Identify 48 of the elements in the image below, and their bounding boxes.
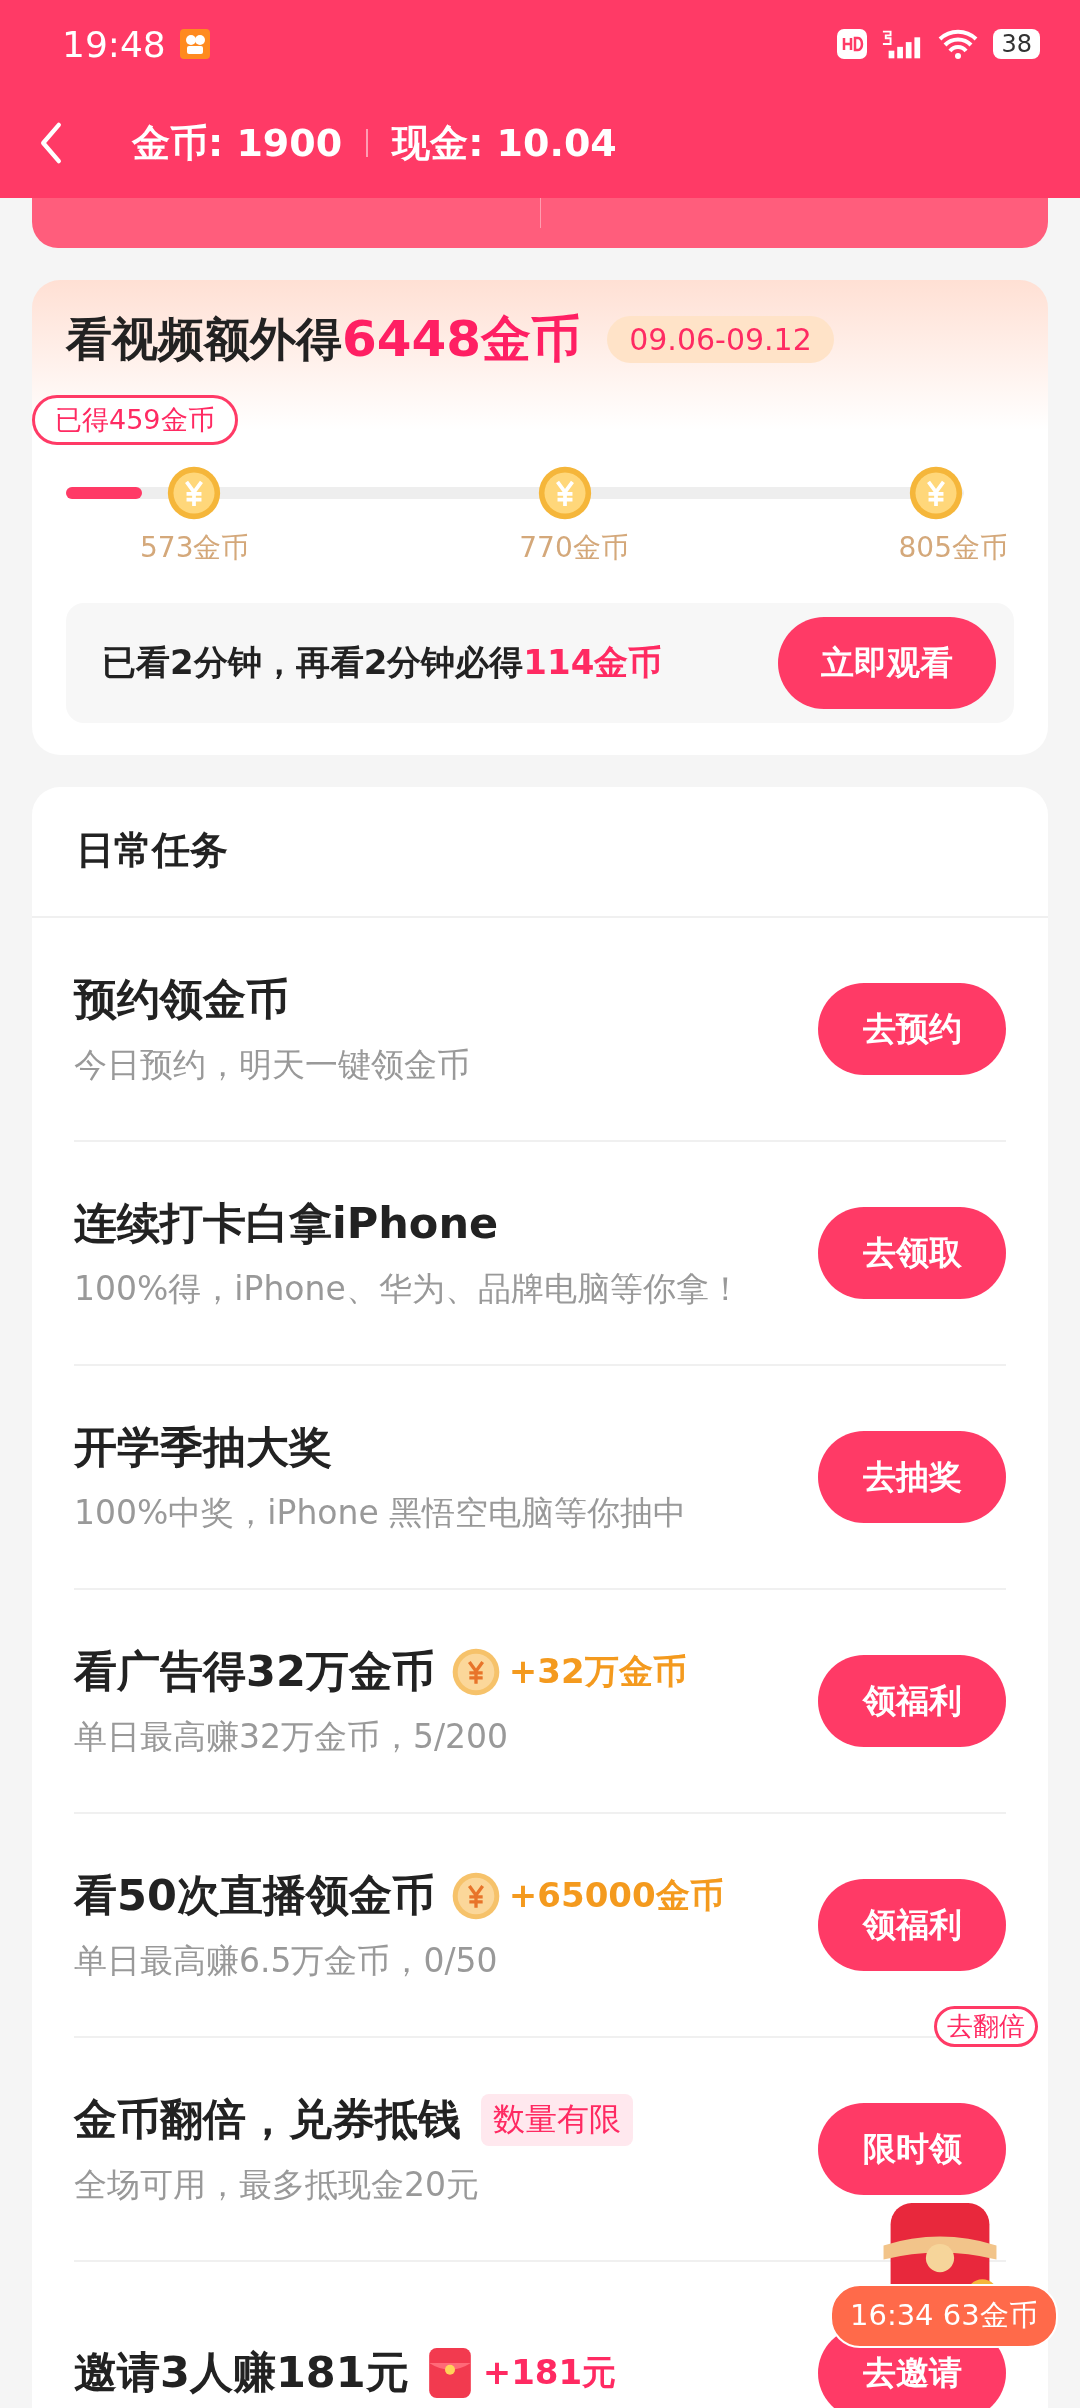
section-title: 日常任务 bbox=[32, 787, 1048, 918]
milestone-label: 805金币 bbox=[898, 530, 1008, 566]
coin-icon bbox=[450, 1646, 501, 1697]
earned-bubble: 已得459金币 bbox=[32, 395, 238, 445]
milestone-label: 770金币 bbox=[519, 530, 629, 566]
coin-icon bbox=[166, 465, 222, 521]
task-title: 看广告得32万金币 bbox=[74, 1644, 435, 1698]
task-title: 预约领金币 bbox=[74, 972, 289, 1026]
task-subtitle: 100%中奖，iPhone 黑悟空电脑等你抽中 bbox=[74, 1491, 687, 1534]
task-title: 金币翻倍，兑券抵钱 bbox=[74, 2092, 461, 2146]
tip-text: 已看2分钟，再看2分钟必得114金币 bbox=[102, 641, 663, 684]
reward-text: +181元 bbox=[482, 2351, 617, 2394]
cash-balance: 现金: 10.04 bbox=[392, 119, 617, 167]
coin-icon bbox=[908, 465, 964, 521]
coin-icon bbox=[537, 465, 593, 521]
video-reward: 6448金币 bbox=[342, 309, 582, 370]
back-icon[interactable] bbox=[38, 121, 64, 165]
app-icon bbox=[179, 29, 210, 59]
watch-button[interactable]: 立即观看 bbox=[778, 617, 996, 709]
hd-icon bbox=[837, 29, 868, 59]
countdown-toast[interactable]: 16:34 63金币 bbox=[830, 2284, 1058, 2348]
task-button[interactable]: 领福利 bbox=[818, 1655, 1006, 1747]
task-subtitle: 100%得，iPhone、华为、品牌电脑等你拿！ bbox=[74, 1267, 742, 1310]
reward-text: +65000金币 bbox=[508, 1873, 724, 1917]
video-title: 看视频额外得 bbox=[66, 310, 342, 368]
task-subtitle: 今日预约，明天一键领金币 bbox=[74, 1043, 470, 1086]
status-time: 19:48 bbox=[62, 23, 166, 65]
task-title: 看50次直播领金币 bbox=[74, 1868, 435, 1922]
coin-balance: 金币: 1900 bbox=[132, 119, 343, 167]
task-title: 邀请3人赚181元 bbox=[74, 2346, 409, 2399]
task-title: 连续打卡白拿iPhone bbox=[74, 1196, 499, 1250]
double-tag[interactable]: 去翻倍 bbox=[934, 2006, 1038, 2047]
task-subtitle: 单日最高赚6.5万金币，0/50 bbox=[74, 1939, 499, 1982]
task-button[interactable]: 限时领 bbox=[818, 2103, 1006, 2195]
battery-level: 38 bbox=[1001, 30, 1032, 58]
milestone-label: 573金币 bbox=[140, 530, 250, 566]
limited-tag: 数量有限 bbox=[481, 2093, 633, 2146]
task-button[interactable]: 去预约 bbox=[818, 983, 1006, 1075]
date-range: 09.06-09.12 bbox=[607, 316, 834, 363]
task-button[interactable]: 去抽奖 bbox=[818, 1431, 1006, 1523]
task-button[interactable]: 去领取 bbox=[818, 1207, 1006, 1299]
task-title: 开学季抽大奖 bbox=[74, 1420, 332, 1474]
reward-text: +32万金币 bbox=[508, 1649, 687, 1693]
task-subtitle: 全场可用，最多抵现金20元 bbox=[74, 2163, 480, 2206]
task-subtitle: 单日最高赚32万金币，5/200 bbox=[74, 1715, 510, 1758]
coin-icon bbox=[450, 1870, 501, 1921]
task-button[interactable]: 领福利 bbox=[818, 1879, 1006, 1971]
wifi-icon bbox=[937, 29, 980, 59]
